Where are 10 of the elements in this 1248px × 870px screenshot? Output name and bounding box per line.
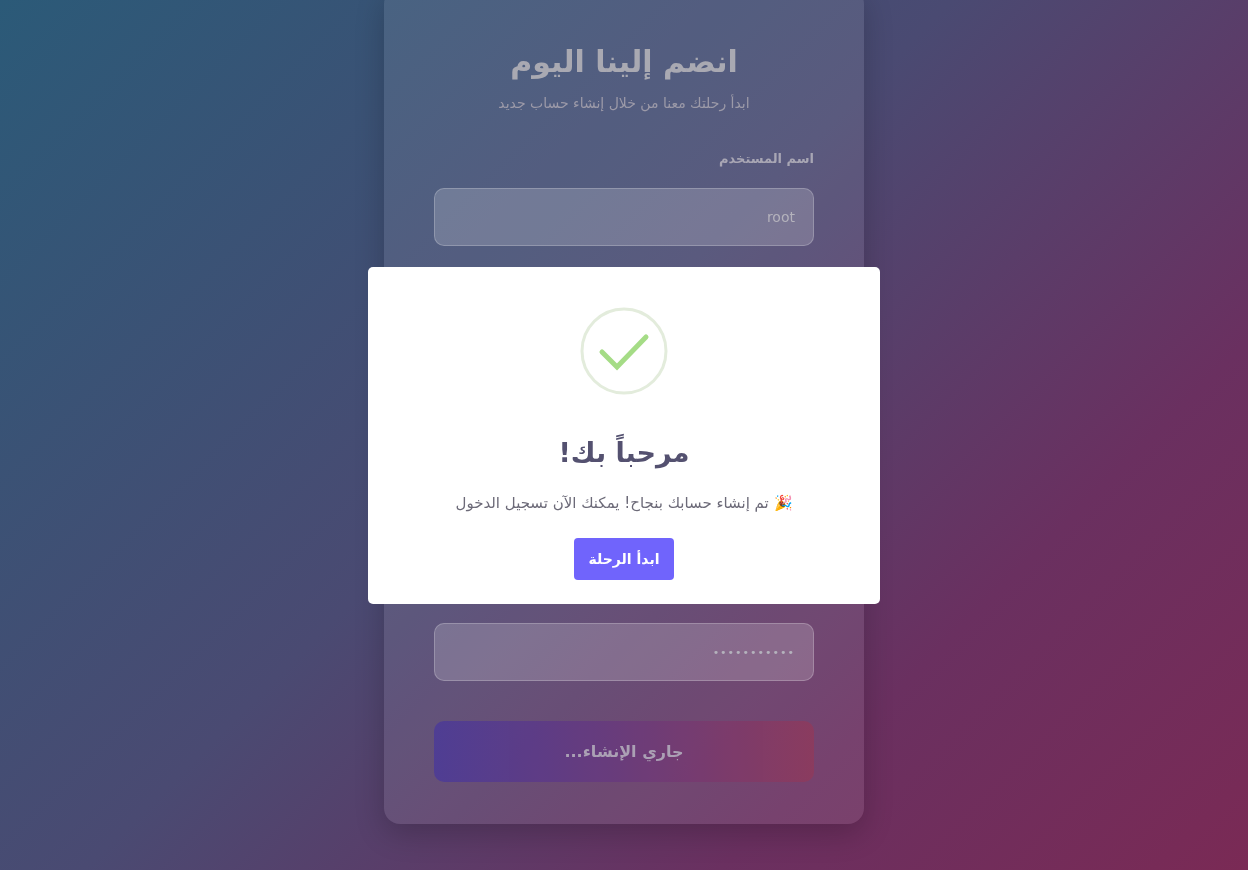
- submit-button[interactable]: جاري الإنشاء...: [434, 721, 814, 782]
- dialog-message: 🎉 تم إنشاء حسابك بنجاح! يمكنك الآن تسجيل الدخول: [455, 493, 793, 512]
- password-field[interactable]: •••••••••••: [434, 623, 814, 681]
- field-label: اسم المستخدم: [719, 151, 814, 166]
- form-subtitle: ابدأ رحلتك معنا من خلال إنشاء حساب جديد: [497, 95, 751, 111]
- input-field[interactable]: root: [434, 188, 814, 246]
- checkmark-icon: [580, 306, 668, 395]
- form-title: انضم إلينا اليوم: [509, 44, 739, 79]
- start-button[interactable]: ابدأ الرحلة: [574, 537, 674, 580]
- dialog-title: مرحباً بك!: [558, 436, 690, 468]
